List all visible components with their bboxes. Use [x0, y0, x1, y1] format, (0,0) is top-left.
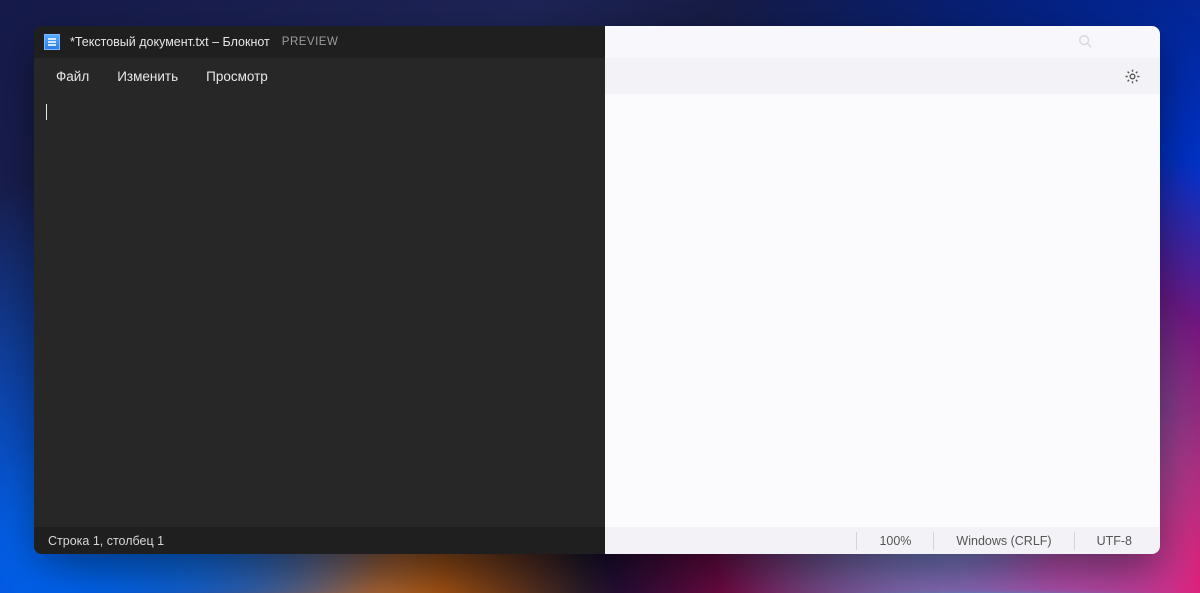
- titlebar-right: [605, 26, 1160, 58]
- content-area: [34, 94, 1160, 527]
- statusbar-right: 100% Windows (CRLF) UTF-8: [605, 527, 1160, 554]
- line-ending[interactable]: Windows (CRLF): [933, 532, 1073, 550]
- menu-file[interactable]: Файл: [42, 63, 103, 90]
- statusbar-left: Строка 1, столбец 1: [34, 527, 605, 554]
- statusbar: Строка 1, столбец 1 100% Windows (CRLF) …: [34, 527, 1160, 554]
- menubar-left: Файл Изменить Просмотр: [34, 58, 605, 94]
- preview-pane: [605, 94, 1160, 527]
- titlebar[interactable]: *Текстовый документ.txt – Блокнот PREVIE…: [34, 26, 1160, 58]
- cursor-position: Строка 1, столбец 1: [48, 534, 164, 548]
- text-editor[interactable]: [34, 94, 605, 527]
- menubar-right: [605, 58, 1160, 94]
- text-caret: [46, 104, 47, 120]
- zoom-level[interactable]: 100%: [856, 532, 933, 550]
- notepad-window: *Текстовый документ.txt – Блокнот PREVIE…: [34, 26, 1160, 554]
- menubar: Файл Изменить Просмотр: [34, 58, 1160, 94]
- preview-label: PREVIEW: [282, 36, 339, 48]
- settings-button[interactable]: [1118, 62, 1146, 90]
- menu-edit[interactable]: Изменить: [103, 63, 192, 90]
- notepad-app-icon: [44, 34, 60, 50]
- window-title: *Текстовый документ.txt – Блокнот: [70, 35, 270, 49]
- titlebar-left: *Текстовый документ.txt – Блокнот PREVIE…: [34, 26, 605, 58]
- encoding[interactable]: UTF-8: [1074, 532, 1160, 550]
- gear-icon: [1124, 68, 1141, 85]
- search-icon[interactable]: [1078, 34, 1092, 48]
- menu-view[interactable]: Просмотр: [192, 63, 282, 90]
